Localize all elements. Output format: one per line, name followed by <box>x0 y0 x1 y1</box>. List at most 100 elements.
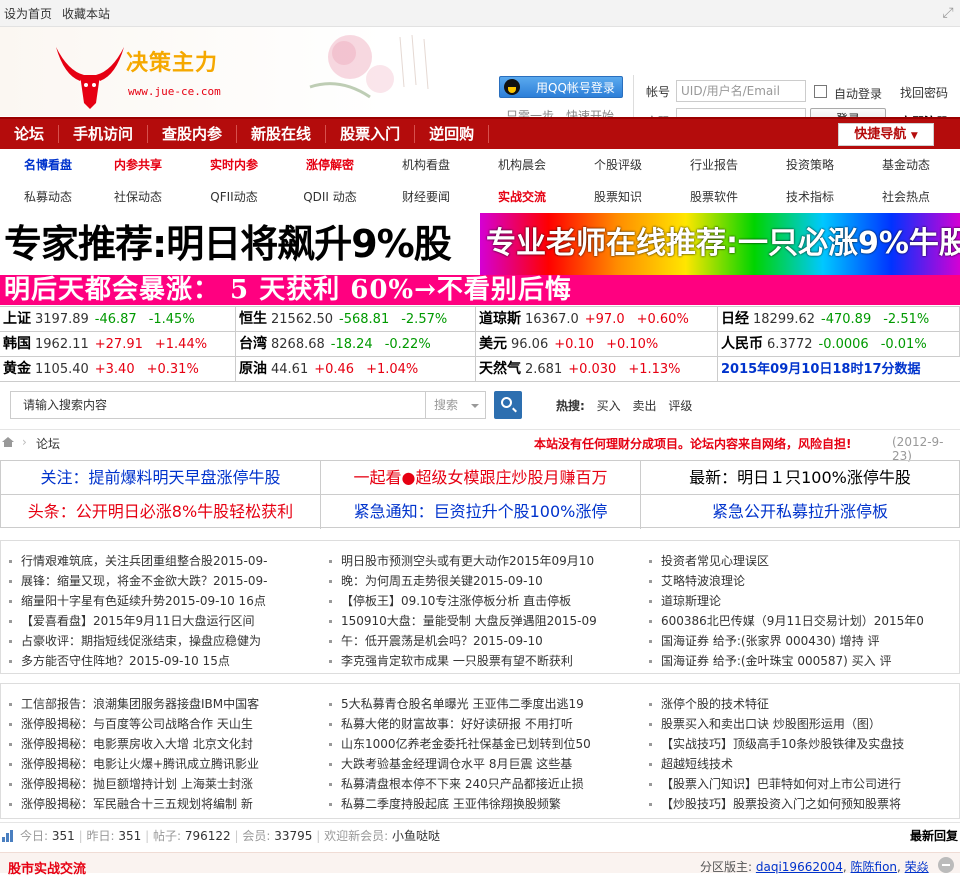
text-ad-link[interactable]: 关注：提前爆料明天早盘涨停牛股 <box>1 461 321 495</box>
news-link[interactable]: 山东1000亿养老金委托社保基金已划转到位50 <box>321 734 639 754</box>
news-link[interactable]: 占豪收评：期指短线促涨结束，操盘应稳健为 <box>1 631 319 651</box>
text-ad-link[interactable]: 最新：明日１只100%涨停牛股 <box>641 461 959 495</box>
subnav-item[interactable]: 实战交流 <box>474 189 570 205</box>
search-button[interactable] <box>494 391 522 419</box>
auto-login-checkbox[interactable] <box>814 85 827 98</box>
subnav-item[interactable]: 财经要闻 <box>378 189 474 205</box>
search-input[interactable]: 请输入搜索内容 <box>10 391 426 419</box>
text-ad-link[interactable]: 紧急公开私募拉升涨停板 <box>641 495 959 529</box>
subnav-item[interactable]: 股票知识 <box>570 189 666 205</box>
qq-login-button[interactable]: 用QQ帐号登录 <box>499 76 623 98</box>
news-link[interactable]: 明日股市预测空头或有更大动作2015年09月10 <box>321 551 639 571</box>
text-ad-link[interactable]: 紧急通知：巨资拉升个股100%涨停 <box>321 495 641 529</box>
news-link[interactable]: 多方能否守住阵地？2015-09-10 15点 <box>1 651 319 671</box>
set-home-link[interactable]: 设为首页 <box>4 5 52 22</box>
subnav-item[interactable]: QFII动态 <box>186 189 282 205</box>
subnav-item[interactable]: 涨停解密 <box>282 157 378 173</box>
hot-term-rating[interactable]: 评级 <box>668 399 692 413</box>
news-link[interactable]: 涨停股揭秘：电影票房收入大增 北京文化封 <box>1 734 319 754</box>
subnav-item[interactable]: 机构晨会 <box>474 157 570 173</box>
ad-banner-left[interactable]: 专家推荐:明日将飙升9%股 <box>0 213 480 275</box>
hot-term-buy[interactable]: 买入 <box>597 399 621 413</box>
hot-term-sell[interactable]: 卖出 <box>632 399 656 413</box>
moderator-link[interactable]: 荣焱 <box>905 860 929 874</box>
moderator-link[interactable]: daqi19662004 <box>756 860 843 874</box>
news-link[interactable]: 缩量阳十字星有色延续升势2015-09-10 16点 <box>1 591 319 611</box>
news-link[interactable]: 私募二季度持股起底 王亚伟徐翔换股频繁 <box>321 794 639 814</box>
subnav-item[interactable]: 基金动态 <box>858 157 954 173</box>
news-link[interactable]: 私募清盘根本停不下来 240只产品都接近止损 <box>321 774 639 794</box>
news-link[interactable]: 涨停股揭秘：军民融合十三五规划将编制 新 <box>1 794 319 814</box>
subnav-item[interactable]: QDII 动态 <box>282 189 378 205</box>
news-link[interactable]: 午：低开震荡是机会吗？2015-09-10 <box>321 631 639 651</box>
news-link[interactable]: 涨停股揭秘：抛巨额增持计划 上海莱士封涨 <box>1 774 319 794</box>
news-link[interactable]: 【炒股技巧】股票投资入门之如何预知股票将 <box>641 794 959 814</box>
news-link[interactable]: 展锋：缩量又现，将金不金欲大跌？2015-09- <box>1 571 319 591</box>
auto-login-label: 自动登录 <box>834 87 883 101</box>
nav-item-new-stocks[interactable]: 新股在线 <box>237 125 327 143</box>
subnav-item[interactable]: 技术指标 <box>762 189 858 205</box>
nav-item-forum[interactable]: 论坛 <box>0 125 60 143</box>
news-link[interactable]: 道琼斯理论 <box>641 591 959 611</box>
text-ad-link[interactable]: 一起看●超级女模跟庄炒股月赚百万 <box>321 461 641 495</box>
text-ad-link[interactable]: 头条：公开明日必涨8%牛股轻松获利 <box>1 495 321 529</box>
news-link[interactable]: 大跌考验基金经理调仓水平 8月巨震 这些基 <box>321 754 639 774</box>
subnav-item[interactable]: 行业报告 <box>666 157 762 173</box>
nav-item-reverse-repo[interactable]: 逆回购 <box>415 125 490 143</box>
subnav-item[interactable]: 名博看盘 <box>0 157 96 173</box>
news-link[interactable]: 5大私募青仓股名单曝光 王亚伟二季度出逃19 <box>321 694 639 714</box>
account-input[interactable]: UID/用户名/Email <box>676 80 806 102</box>
news-link[interactable]: 涨停股揭秘：电影让火爆+腾讯成立腾讯影业 <box>1 754 319 774</box>
nav-item-mobile[interactable]: 手机访问 <box>59 125 149 143</box>
ad-banner-top[interactable]: 专家推荐:明日将飙升9%股 专业老师在线推荐:一只必涨9%牛股 <box>0 213 960 275</box>
subnav-item[interactable]: 私募动态 <box>0 189 96 205</box>
nav-item-beginner[interactable]: 股票入门 <box>326 125 416 143</box>
news-link[interactable]: 涨停个股的技术特征 <box>641 694 959 714</box>
subnav-item[interactable]: 个股评级 <box>570 157 666 173</box>
news-link[interactable]: 【停板王】09.10专注涨停板分析 直击停板 <box>321 591 639 611</box>
news-link[interactable]: 国海证券 给予:(张家界 000430) 增持 评 <box>641 631 959 651</box>
home-icon[interactable] <box>2 437 14 447</box>
news-link[interactable]: 600386北巴传媒（9月11日交易计划）2015年0 <box>641 611 959 631</box>
fullscreen-icon[interactable]: ⤢ <box>940 5 956 21</box>
breadcrumb-forum[interactable]: 论坛 <box>36 435 60 452</box>
nav-item-inside-info[interactable]: 查股内参 <box>148 125 238 143</box>
collapse-icon[interactable] <box>938 857 954 873</box>
news-link[interactable]: 股票买入和卖出口诀 炒股图形运用（图） <box>641 714 959 734</box>
subnav-item[interactable]: 内参共享 <box>90 157 186 173</box>
moderator-link[interactable]: 陈陈fion <box>851 860 898 874</box>
news-link[interactable]: 涨停股揭秘：与百度等公司战略合作 天山生 <box>1 714 319 734</box>
find-password-link[interactable]: 找回密码 <box>900 84 948 101</box>
news-link[interactable]: 私募大佬的财富故事：好好读研报 不用打听 <box>321 714 639 734</box>
news-link[interactable]: 行情艰难筑底，关注兵团重组整合股2015-09- <box>1 551 319 571</box>
ad-banner-right[interactable]: 专业老师在线推荐:一只必涨9%牛股 <box>480 213 960 275</box>
site-logo[interactable]: 决策主力 www.jue-ce.com <box>50 37 250 117</box>
ticker-percent: -2.57% <box>401 312 448 327</box>
news-link[interactable]: 李克强肯定软市成果 一只股票有望不断获利 <box>321 651 639 671</box>
news-link[interactable]: 150910大盘：量能受制 大盘反弹遇阻2015-09 <box>321 611 639 631</box>
search-type-select[interactable]: 搜索 <box>426 391 486 419</box>
subnav-item[interactable]: 股票软件 <box>666 189 762 205</box>
news-link[interactable]: 工信部报告：浪潮集团服务器接盘IBM中国客 <box>1 694 319 714</box>
news-link[interactable]: 晚：为何周五走势很关键2015-09-10 <box>321 571 639 591</box>
news-link[interactable]: 艾略特波浪理论 <box>641 571 959 591</box>
subnav-item[interactable]: 机构看盘 <box>378 157 474 173</box>
new-member-link[interactable]: 小鱼哒哒 <box>392 829 440 843</box>
subnav-item[interactable]: 实时内参 <box>186 157 282 173</box>
subnav-item[interactable]: 社会热点 <box>858 189 954 205</box>
news-link[interactable]: 【股票入门知识】巴菲特如何对上市公司进行 <box>641 774 959 794</box>
news-link[interactable]: 【实战技巧】顶级高手10条炒股铁律及实盘技 <box>641 734 959 754</box>
ticker-name: 道琼斯 <box>479 311 521 327</box>
bookmark-link[interactable]: 收藏本站 <box>62 5 110 22</box>
subnav-item[interactable]: 投资策略 <box>762 157 858 173</box>
sub-nav: 名博看盘 内参共享 实时内参 涨停解密 机构看盘 机构晨会 个股评级 行业报告 投资策略 基金动态… <box>0 149 960 213</box>
news-link[interactable]: 国海证券 给予:(金叶珠宝 000587) 买入 评 <box>641 651 959 671</box>
section-title[interactable]: 股市实战交流 <box>8 858 86 877</box>
quick-nav-button[interactable]: 快捷导航 ▼ <box>838 123 934 146</box>
subnav-item[interactable]: 社保动态 <box>90 189 186 205</box>
latest-replies-link[interactable]: 最新回复 <box>910 823 958 849</box>
news-link[interactable]: 投资者常见心理误区 <box>641 551 959 571</box>
news-link[interactable]: 【爱喜看盘】2015年9月11日大盘运行区间 <box>1 611 319 631</box>
news-link[interactable]: 超越短线技术 <box>641 754 959 774</box>
ad-banner-strip[interactable]: 明后天都会暴涨： 5 天获利 60%→不看别后悔 <box>0 275 960 305</box>
